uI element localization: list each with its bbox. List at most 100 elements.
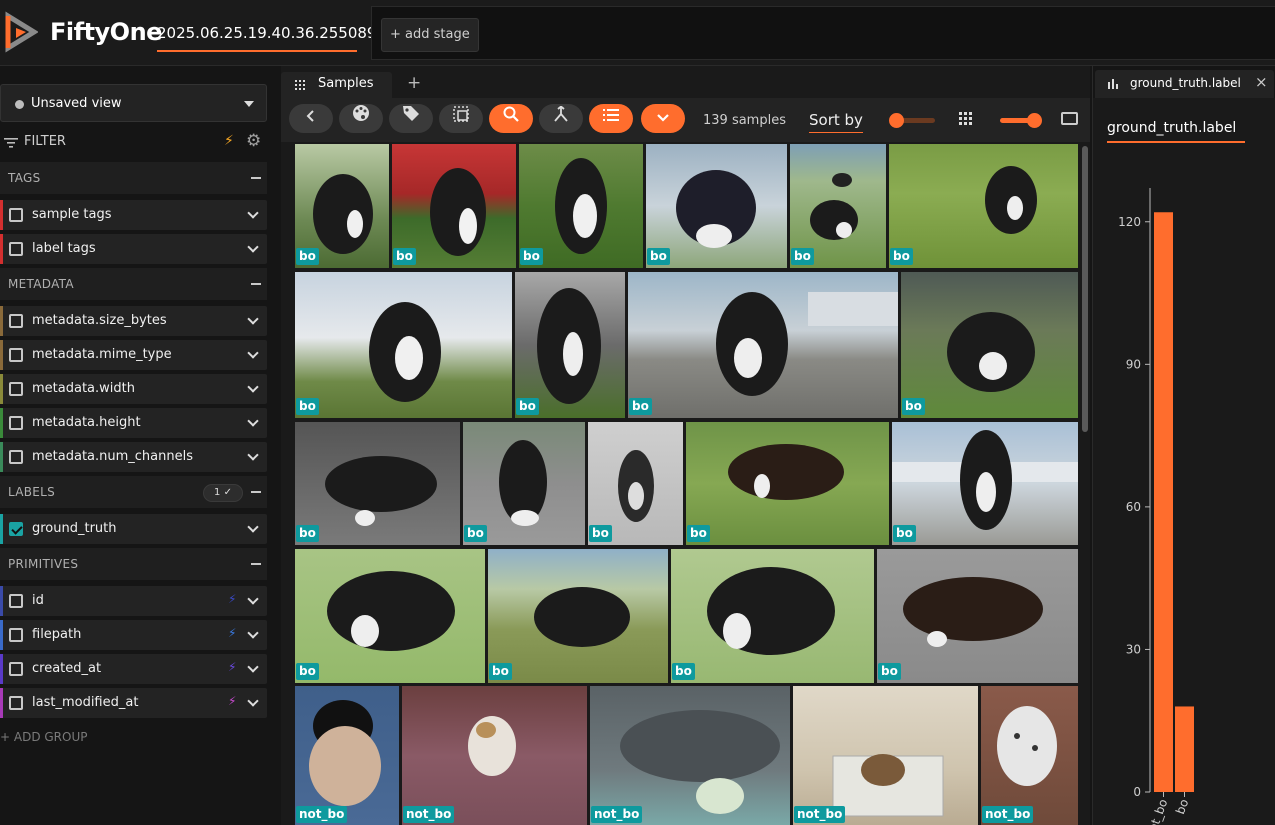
- slider-knob[interactable]: [889, 113, 904, 128]
- app-brand[interactable]: FiftyOne: [50, 18, 162, 46]
- field-metadata-size-bytes[interactable]: metadata.size_bytes: [0, 306, 267, 336]
- thumbnail-size-slider[interactable]: [889, 113, 935, 128]
- collapse-minus-icon[interactable]: [251, 491, 261, 493]
- labels-count-badge[interactable]: 1 ✓: [203, 484, 243, 502]
- field-metadata-width[interactable]: metadata.width: [0, 374, 267, 404]
- sample-thumbnail[interactable]: bo: [392, 144, 516, 268]
- sample-thumbnail[interactable]: not_bo: [793, 686, 978, 825]
- field-created-at[interactable]: created_at ⚡: [0, 654, 267, 684]
- chevron-down-icon[interactable]: [247, 521, 259, 533]
- grid-view-icon[interactable]: [959, 112, 973, 126]
- field-checkbox-checked[interactable]: [9, 522, 23, 536]
- collapse-minus-icon[interactable]: [251, 563, 261, 565]
- chevron-down-icon[interactable]: [247, 593, 259, 605]
- slider-knob[interactable]: [1027, 113, 1042, 128]
- sample-thumbnail[interactable]: bo: [295, 549, 485, 683]
- sample-thumbnail[interactable]: bo: [901, 272, 1078, 418]
- list-view-button[interactable]: [589, 104, 633, 133]
- saved-view-select[interactable]: Unsaved view: [0, 84, 267, 122]
- group-header-tags[interactable]: TAGS: [0, 162, 267, 194]
- fiftyone-logo-icon[interactable]: [4, 10, 38, 54]
- field-sample-tags[interactable]: sample tags: [0, 200, 267, 230]
- sample-thumbnail[interactable]: bo: [877, 549, 1078, 683]
- histogram-chart[interactable]: 0 30 60 90 120 not_bo bo: [1093, 158, 1275, 825]
- sample-thumbnail[interactable]: not_bo: [295, 686, 399, 825]
- add-stage-button[interactable]: + add stage: [381, 18, 479, 52]
- zoom-slider[interactable]: [1000, 113, 1042, 128]
- field-id[interactable]: id ⚡: [0, 586, 267, 616]
- field-checkbox[interactable]: [9, 242, 23, 256]
- field-checkbox[interactable]: [9, 450, 23, 464]
- field-checkbox[interactable]: [9, 314, 23, 328]
- group-header-metadata[interactable]: METADATA: [0, 268, 267, 300]
- sample-thumbnail[interactable]: bo: [686, 422, 889, 545]
- keyboard-icon[interactable]: [1061, 112, 1078, 125]
- tab-ground-truth-label[interactable]: ground_truth.label ×: [1095, 70, 1274, 98]
- sample-thumbnail[interactable]: bo: [646, 144, 787, 268]
- chevron-down-icon[interactable]: [247, 347, 259, 359]
- sample-thumbnail[interactable]: bo: [488, 549, 668, 683]
- field-checkbox[interactable]: [9, 348, 23, 362]
- chevron-down-icon[interactable]: [247, 381, 259, 393]
- field-metadata-mime-type[interactable]: metadata.mime_type: [0, 340, 267, 370]
- chevron-down-icon[interactable]: [247, 449, 259, 461]
- field-metadata-num-channels[interactable]: metadata.num_channels: [0, 442, 267, 472]
- tag-button[interactable]: [389, 104, 433, 133]
- chevron-down-icon[interactable]: [247, 695, 259, 707]
- sample-thumbnail[interactable]: bo: [892, 422, 1078, 545]
- sample-thumbnail[interactable]: bo: [295, 422, 460, 545]
- field-checkbox[interactable]: [9, 416, 23, 430]
- collapse-minus-icon[interactable]: [251, 283, 261, 285]
- sample-thumbnail[interactable]: bo: [515, 272, 625, 418]
- histogram-bar[interactable]: [1154, 212, 1173, 793]
- chevron-down-icon[interactable]: [247, 313, 259, 325]
- color-palette-button[interactable]: [339, 104, 383, 133]
- sample-thumbnail[interactable]: not_bo: [402, 686, 587, 825]
- field-checkbox[interactable]: [9, 594, 23, 608]
- sample-thumbnail[interactable]: bo: [588, 422, 683, 545]
- close-icon[interactable]: ×: [1255, 73, 1268, 91]
- chevron-down-icon[interactable]: [247, 241, 259, 253]
- back-button[interactable]: [289, 104, 333, 133]
- chevron-down-icon[interactable]: [247, 415, 259, 427]
- sample-thumbnail[interactable]: not_bo: [590, 686, 790, 825]
- histogram-bar[interactable]: [1175, 706, 1194, 792]
- dataset-selector[interactable]: 2025.06.25.19.40.36.255089: [157, 24, 376, 52]
- sample-thumbnail[interactable]: bo: [519, 144, 643, 268]
- field-filepath[interactable]: filepath ⚡: [0, 620, 267, 650]
- add-group-button[interactable]: + ADD GROUP: [0, 730, 87, 744]
- sample-thumbnail[interactable]: bo: [463, 422, 585, 545]
- group-header-labels[interactable]: LABELS 1 ✓: [0, 476, 267, 508]
- add-panel-button[interactable]: +: [407, 73, 421, 93]
- sort-by-similarity-button[interactable]: [539, 104, 583, 133]
- field-ground-truth[interactable]: ground_truth: [0, 514, 267, 544]
- sample-thumbnail[interactable]: bo: [790, 144, 886, 268]
- options-dropdown-button[interactable]: [641, 104, 685, 133]
- similarity-search-button[interactable]: [489, 104, 533, 133]
- sample-thumbnail[interactable]: bo: [295, 144, 389, 268]
- grid-scrollbar[interactable]: [1082, 146, 1088, 432]
- sample-thumbnail[interactable]: bo: [295, 272, 512, 418]
- sample-thumbnail[interactable]: bo: [671, 549, 874, 683]
- sort-by-select[interactable]: Sort by: [809, 111, 863, 133]
- chevron-down-icon[interactable]: [247, 661, 259, 673]
- sample-thumbnail[interactable]: bo: [889, 144, 1078, 268]
- group-header-primitives[interactable]: PRIMITIVES: [0, 548, 267, 580]
- tab-samples[interactable]: Samples: [281, 72, 392, 98]
- chart-title[interactable]: ground_truth.label: [1107, 120, 1245, 143]
- settings-gear-icon[interactable]: ⚙: [246, 131, 261, 151]
- field-checkbox[interactable]: [9, 696, 23, 710]
- field-checkbox[interactable]: [9, 382, 23, 396]
- patches-button[interactable]: [439, 104, 483, 133]
- field-label-tags[interactable]: label tags: [0, 234, 267, 264]
- collapse-minus-icon[interactable]: [251, 177, 261, 179]
- chevron-down-icon[interactable]: [247, 207, 259, 219]
- sample-thumbnail[interactable]: not_bo: [981, 686, 1078, 825]
- field-last-modified-at[interactable]: last_modified_at ⚡: [0, 688, 267, 718]
- field-checkbox[interactable]: [9, 628, 23, 642]
- chevron-down-icon[interactable]: [247, 627, 259, 639]
- field-metadata-height[interactable]: metadata.height: [0, 408, 267, 438]
- lightning-bolt-icon[interactable]: ⚡: [224, 133, 234, 149]
- sample-thumbnail[interactable]: bo: [628, 272, 898, 418]
- field-checkbox[interactable]: [9, 662, 23, 676]
